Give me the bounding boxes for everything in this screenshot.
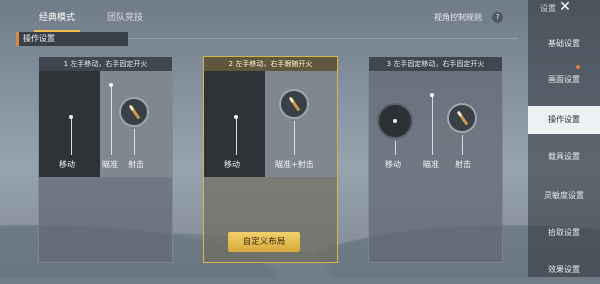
bullet-icon	[456, 110, 468, 126]
new-badge-icon	[576, 65, 580, 69]
mode-tab-bar: 经典模式 团队竞技 视角控制规则 ?	[0, 0, 520, 34]
fire-label: 射击	[455, 160, 471, 169]
section-divider	[128, 38, 518, 39]
move-guide-line	[395, 141, 396, 155]
move-label: 移动	[59, 160, 75, 169]
sidebar-item-controls[interactable]: 操作设置	[528, 106, 600, 134]
layout-option-title: 1 左手移动，右手固定开火	[39, 57, 172, 71]
fire-button-icon	[279, 89, 309, 119]
layout-option-3[interactable]: 3 左手固定移动，右手固定开火 移动 瞄准 射击	[368, 56, 503, 263]
fire-button-icon	[447, 103, 477, 133]
section-title: 操作设置	[23, 34, 55, 43]
fire-button-icon	[119, 97, 149, 127]
help-icon[interactable]: ?	[492, 12, 503, 23]
bullet-icon	[128, 104, 140, 120]
tab-team-battle[interactable]: 团队竞技	[94, 8, 156, 28]
move-guide-line	[236, 117, 237, 155]
sidebar-item-basic[interactable]: 基础设置	[528, 30, 600, 58]
bullet-icon	[288, 96, 300, 112]
layout-option-1[interactable]: 1 左手移动，右手固定开火 移动 瞄准 射击	[38, 56, 173, 263]
layout-option-title: 3 左手固定移动，右手固定开火	[369, 57, 502, 71]
fire-guide-line	[134, 129, 135, 155]
sidebar-item-pickup[interactable]: 拾取设置	[528, 219, 600, 247]
layout-option-title: 2 左手移动，右手跟随开火	[204, 57, 337, 71]
sidebar-item-vehicle[interactable]: 载具设置	[528, 143, 600, 171]
close-icon[interactable]: ✕	[558, 0, 572, 14]
sidebar-item-effects[interactable]: 效果设置	[528, 256, 600, 284]
fire-label: 射击	[128, 160, 144, 169]
sidebar-title: 设置	[540, 4, 556, 13]
move-label: 移动	[385, 160, 401, 169]
move-point-icon	[234, 115, 238, 119]
move-label: 移动	[224, 160, 240, 169]
aim-fire-guide-line	[294, 121, 295, 155]
aim-label: 瞄准	[102, 160, 118, 169]
aim-fire-label: 瞄准+射击	[275, 160, 314, 169]
fixed-joystick-icon	[377, 103, 413, 139]
view-control-rule-link[interactable]: 视角控制规则	[434, 12, 482, 23]
aim-guide-line	[432, 95, 433, 155]
aim-point-icon	[430, 93, 434, 97]
aim-point-icon	[109, 83, 113, 87]
joystick-center-icon	[393, 119, 397, 123]
sidebar-item-graphics[interactable]: 画面设置	[528, 66, 600, 94]
move-point-icon	[69, 115, 73, 119]
aim-guide-line	[111, 85, 112, 155]
move-guide-line	[71, 117, 72, 155]
custom-layout-button[interactable]: 自定义布局	[228, 232, 300, 252]
tab-classic-mode[interactable]: 经典模式	[26, 8, 88, 32]
sidebar-item-sensitivity[interactable]: 灵敏度设置	[528, 182, 600, 210]
aim-label: 瞄准	[423, 160, 439, 169]
fire-guide-line	[462, 135, 463, 155]
section-header: 操作设置	[16, 32, 128, 46]
